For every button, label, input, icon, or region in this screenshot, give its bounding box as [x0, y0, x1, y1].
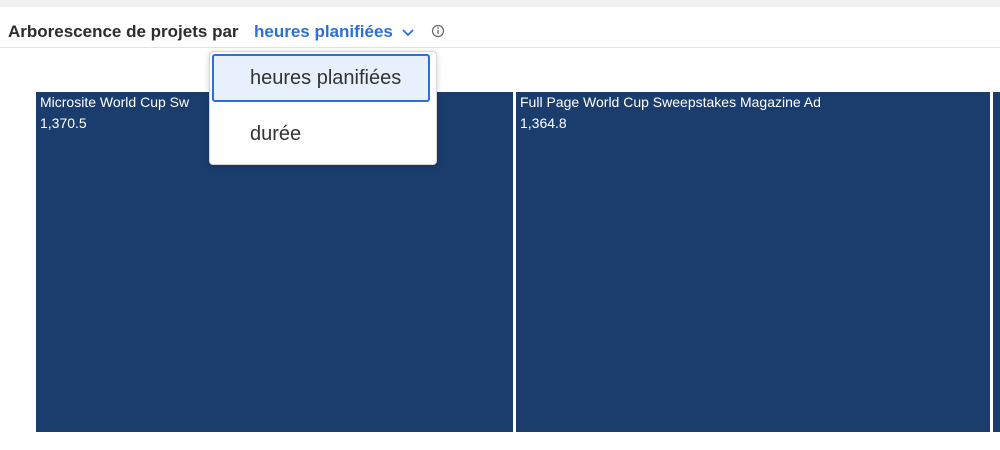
top-strip: [0, 0, 1000, 7]
treemap-tile[interactable]: Full Page World Cup Sweepstakes Magazine…: [516, 92, 990, 432]
metric-option-planned-hours[interactable]: heures planifiées: [212, 54, 430, 102]
info-icon[interactable]: [431, 24, 445, 38]
metric-dropdown-menu: heures planifiées durée: [209, 51, 437, 165]
treemap-tile[interactable]: [993, 92, 1000, 432]
project-treemap: Microsite World Cup Sw 1,370.5 Full Page…: [36, 92, 1000, 432]
tile-name: Full Page World Cup Sweepstakes Magazine…: [520, 94, 821, 110]
tile-name: Microsite World Cup Sw: [40, 94, 190, 110]
tile-value: 1,370.5: [40, 115, 87, 131]
metric-option-duration[interactable]: durée: [212, 110, 430, 158]
metric-selected-label: heures planifiées: [254, 22, 393, 41]
tile-value: 1,364.8: [520, 115, 567, 131]
widget-title: Arborescence de projets par: [8, 22, 239, 41]
metric-dropdown-trigger[interactable]: heures planifiées: [254, 22, 415, 42]
chevron-down-icon: [402, 29, 414, 37]
widget-header: Arborescence de projets par heures plani…: [0, 7, 1000, 48]
